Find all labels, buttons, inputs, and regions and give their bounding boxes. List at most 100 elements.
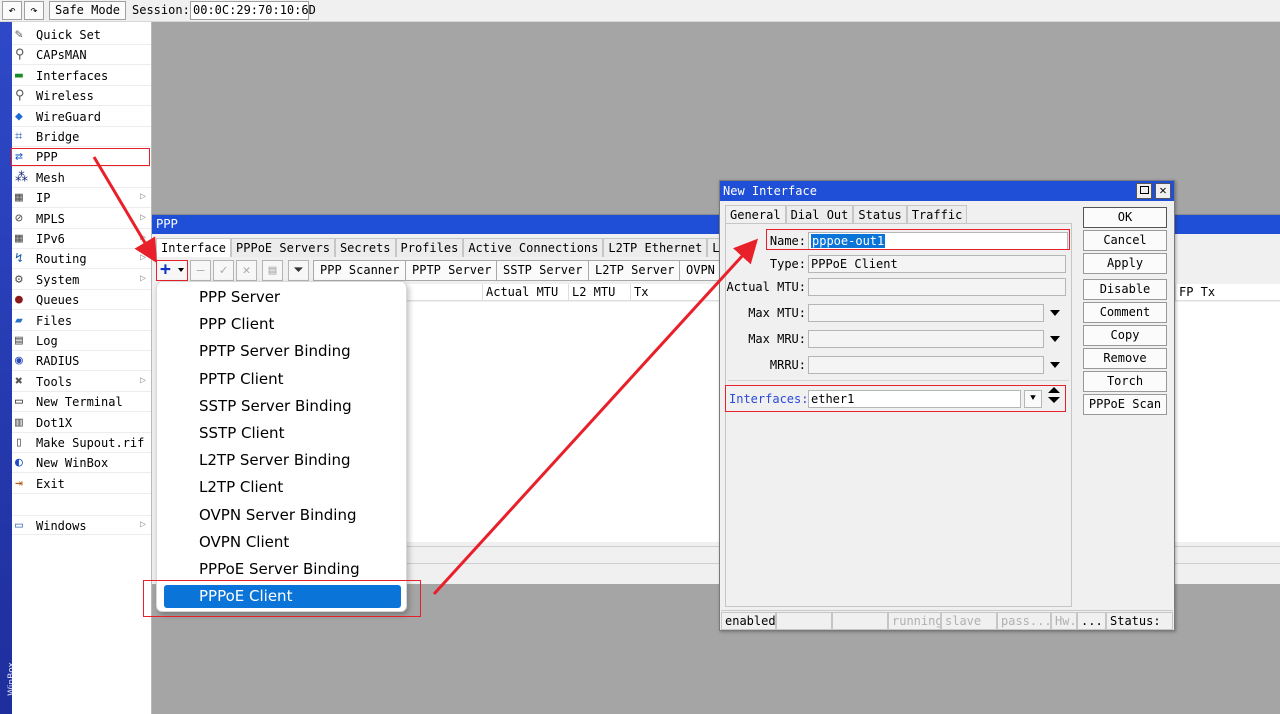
dropdown-item-pptp-server-binding[interactable]: PPTP Server Binding <box>199 342 351 360</box>
tab-active-connections[interactable]: Active Connections <box>463 238 604 257</box>
l2tp-server-button[interactable]: L2TP Server <box>588 260 682 281</box>
bridge-icon: ⌗ <box>15 129 23 144</box>
safe-mode-button[interactable]: Safe Mode <box>49 1 127 20</box>
ip-icon: ▦ <box>15 190 23 206</box>
menu-item-wireguard[interactable]: ◆ WireGuard <box>12 107 151 127</box>
menu-item-quick-set[interactable]: ✎ Quick Set <box>12 25 151 45</box>
dialog-tab-traffic[interactable]: Traffic <box>906 205 968 224</box>
ovpn-server-button[interactable]: OVPN <box>679 260 722 281</box>
disable-button[interactable]: Disable <box>1083 279 1167 300</box>
menu-item-label: MPLS <box>36 211 65 226</box>
menu-item-dot1x[interactable]: ▥ Dot1X <box>12 413 151 433</box>
remove-button[interactable]: Remove <box>1083 348 1167 369</box>
tab-interface[interactable]: Interface <box>156 238 232 257</box>
column-l2-mtu[interactable]: L2 MTU <box>568 284 630 301</box>
max-mtu-label: Max MTU: <box>748 306 806 320</box>
menu-item-ipv6[interactable]: ▦ IPv6 ▷ <box>12 229 151 249</box>
menu-item-new-terminal[interactable]: ▭ New Terminal <box>12 392 151 413</box>
menu-item-mesh[interactable]: ⁂ Mesh <box>12 168 151 188</box>
menu-item-label: IPv6 <box>36 232 65 246</box>
menu-item-files[interactable]: ▰ Files <box>12 311 151 331</box>
max-mtu-input[interactable] <box>808 304 1044 322</box>
menu-item-tools[interactable]: ✖ Tools ▷ <box>12 372 151 392</box>
dropdown-item-l2tp-server-binding[interactable]: L2TP Server Binding <box>199 451 351 469</box>
folder-icon: ▰ <box>15 312 23 328</box>
submenu-arrow-icon: ▷ <box>139 232 146 243</box>
redo-icon: ↷ <box>30 3 38 17</box>
dropdown-item-ppp-client[interactable]: PPP Client <box>199 315 274 333</box>
wireguard-icon: ◆ <box>15 108 23 124</box>
column-actual-mtu[interactable]: Actual MTU <box>482 284 568 301</box>
menu-item-label: New WinBox <box>36 456 109 471</box>
menu-item-new-winbox[interactable]: ◐ New WinBox <box>12 453 151 474</box>
column-tx[interactable]: Tx <box>630 284 720 301</box>
dropdown-item-ovpn-client[interactable]: OVPN Client <box>199 533 289 551</box>
dropdown-item-pptp-client[interactable]: PPTP Client <box>199 370 284 388</box>
dialog-tab-dial-out[interactable]: Dial Out <box>785 205 854 224</box>
menu-item-queues[interactable]: ● Queues <box>12 290 151 311</box>
max-mtu-dropdown-icon[interactable] <box>1050 310 1060 316</box>
type-value: PPPoE Client <box>808 255 1066 273</box>
disable-button[interactable]: ✕ <box>236 260 257 281</box>
pppoe-scan-button[interactable]: PPPoE Scan <box>1083 394 1167 415</box>
filter-button[interactable]: ⏷ <box>288 260 309 281</box>
menu-item-label: Bridge <box>36 130 80 144</box>
menu-item-ip[interactable]: ▦ IP ▷ <box>12 188 151 209</box>
dropdown-item-l2tp-client[interactable]: L2TP Client <box>199 478 283 496</box>
ppp-scanner-button[interactable]: PPP Scanner <box>313 260 407 281</box>
copy-button[interactable]: Copy <box>1083 325 1167 346</box>
mrru-input[interactable] <box>808 356 1044 374</box>
menu-item-capsman[interactable]: ⚲ CAPsMAN <box>12 45 151 66</box>
menu-item-bridge[interactable]: ⌗ Bridge <box>12 127 151 147</box>
column-fp-tx[interactable]: FP Tx <box>1175 284 1280 301</box>
dropdown-item-ppp-server[interactable]: PPP Server <box>199 288 280 306</box>
max-mru-dropdown-icon[interactable] <box>1050 336 1060 342</box>
apply-button[interactable]: Apply <box>1083 253 1167 274</box>
ok-button[interactable]: OK <box>1083 207 1167 228</box>
menu-item-label: CAPsMAN <box>36 48 87 63</box>
menu-item-wireless[interactable]: ⚲ Wireless <box>12 86 151 107</box>
gear-icon: ⚙ <box>15 271 23 287</box>
comment-button[interactable]: Comment <box>1083 302 1167 323</box>
max-mru-input[interactable] <box>808 330 1044 348</box>
menu-item-routing[interactable]: ↯ Routing ▷ <box>12 249 151 270</box>
submenu-arrow-icon: ▷ <box>139 519 146 530</box>
actual-mtu-label: Actual MTU: <box>726 280 806 294</box>
comment-button[interactable]: ▤ <box>262 260 283 281</box>
tab-secrets[interactable]: Secrets <box>334 238 396 257</box>
close-icon: ✕ <box>1159 183 1167 197</box>
dialog-tab-general[interactable]: General <box>725 205 786 225</box>
close-button[interactable]: ✕ <box>1155 183 1171 199</box>
maximize-button[interactable] <box>1136 183 1152 199</box>
menu-item-windows[interactable]: ▭ Windows ▷ <box>12 515 151 535</box>
remove-button[interactable]: — <box>190 260 211 281</box>
menu-item-exit[interactable]: ⇥ Exit <box>12 474 151 494</box>
enable-button[interactable]: ✓ <box>213 260 234 281</box>
dropdown-item-sstp-server-binding[interactable]: SSTP Server Binding <box>199 397 352 415</box>
dropdown-item-pppoe-server-binding[interactable]: PPPoE Server Binding <box>199 560 360 578</box>
menu-item-label: Dot1X <box>36 415 73 430</box>
add-button[interactable]: + <box>156 260 188 281</box>
menu-item-mpls[interactable]: ⊘ MPLS ▷ <box>12 209 151 229</box>
mrru-dropdown-icon[interactable] <box>1050 362 1060 368</box>
cancel-button[interactable]: Cancel <box>1083 230 1167 251</box>
sstp-server-button[interactable]: SSTP Server <box>496 260 590 281</box>
menu-item-make-supout-rif[interactable]: ▯ Make Supout.rif <box>12 433 151 453</box>
main-menu: ✎ Quick Set ⚲ CAPsMAN ▬ Interfaces ⚲ Wireless ◆ W… <box>12 22 152 714</box>
menu-item-radius[interactable]: ◉ RADIUS <box>12 351 151 372</box>
dropdown-item-ovpn-server-binding[interactable]: OVPN Server Binding <box>199 506 356 524</box>
dropdown-item-sstp-client[interactable]: SSTP Client <box>199 424 284 442</box>
tab-profiles[interactable]: Profiles <box>395 238 464 257</box>
highlight-pppoe-client <box>143 580 421 617</box>
dialog-tab-status[interactable]: Status <box>853 205 907 224</box>
menu-item-system[interactable]: ⚙ System ▷ <box>12 270 151 290</box>
winbox-icon: ◐ <box>15 455 23 471</box>
undo-button[interactable]: ↶ <box>2 1 22 20</box>
redo-button[interactable]: ↷ <box>24 1 44 20</box>
menu-item-log[interactable]: ▤ Log <box>12 331 151 351</box>
torch-button[interactable]: Torch <box>1083 371 1167 392</box>
menu-item-interfaces[interactable]: ▬ Interfaces <box>12 66 151 86</box>
tab-pppoe-servers[interactable]: PPPoE Servers <box>231 238 335 257</box>
pptp-server-button[interactable]: PPTP Server <box>405 260 499 281</box>
tab-l2tp-ethernet[interactable]: L2TP Ethernet <box>603 238 708 257</box>
